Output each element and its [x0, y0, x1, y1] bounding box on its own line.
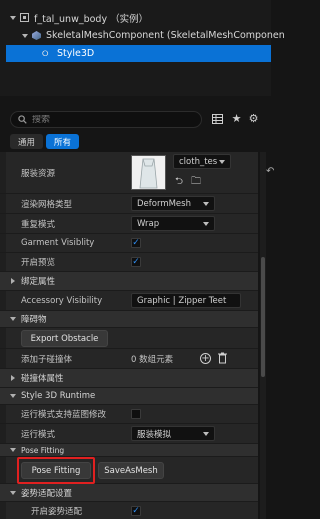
chevron-down-icon	[203, 222, 209, 226]
tree-item-style3d[interactable]: ⭘ Style3D	[6, 45, 271, 62]
prop-label: Garment Visiblity	[21, 238, 95, 248]
runtime-mode-dropdown[interactable]: 服装模拟	[131, 426, 215, 441]
chevron-down-icon	[203, 432, 209, 436]
preview-checkbox[interactable]: ✓	[131, 257, 141, 267]
prop-accessory-visibility: Accessory Visibility Graphic | Zipper Te…	[0, 291, 258, 311]
render-mesh-type-dropdown[interactable]: DeformMesh	[131, 196, 215, 211]
prop-label: 运行模式	[21, 429, 56, 440]
enable-pose-checkbox[interactable]: ✓	[131, 506, 141, 516]
garment-visibility-checkbox[interactable]: ✓	[131, 238, 141, 248]
garment-thumbnail[interactable]	[131, 155, 166, 190]
prop-label: 服装资源	[21, 168, 56, 179]
garment-asset-dropdown[interactable]: cloth_tes	[173, 154, 231, 169]
tree-item-label: SkeletalMeshComponent (SkeletalMeshCompo…	[46, 30, 285, 41]
collapse-arrow-icon[interactable]	[10, 448, 16, 452]
category-binding-attr[interactable]: 绑定属性	[0, 272, 258, 291]
tree-item-actor[interactable]: f_tal_unw_body （实例）	[10, 9, 148, 26]
category-label: 碰撞体属性	[21, 374, 64, 384]
category-obstacle[interactable]: 障碍物	[0, 311, 258, 328]
prop-export-obstacle: Export Obstacle	[0, 328, 258, 349]
category-label: 姿势适配设置	[21, 488, 73, 499]
panel-splitter[interactable]	[0, 96, 271, 110]
prop-label: 开启预览	[21, 258, 56, 268]
expand-arrow-icon[interactable]	[11, 278, 15, 284]
search-field[interactable]	[10, 111, 202, 128]
component-tree: f_tal_unw_body （实例） SkeletalMeshComponen…	[0, 0, 285, 96]
highlight-box	[17, 457, 95, 484]
delete-icon[interactable]	[218, 352, 227, 367]
prop-garment-visibility: Garment Visiblity ✓	[0, 234, 258, 253]
prop-render-mesh-type: 渲染网格类型 DeformMesh	[0, 194, 258, 214]
prop-garment-asset: 服装资源 cloth_tes ⮌ 🗀	[0, 152, 258, 194]
details-scrollbar[interactable]	[260, 152, 266, 519]
collider-count: 0 数组元素	[131, 354, 174, 365]
prop-preview: 开启预览 ✓	[0, 253, 258, 272]
browse-icon[interactable]: ⮌	[175, 174, 183, 191]
prop-label: 渲染网格类型	[21, 199, 73, 210]
category-style3d-runtime[interactable]: Style 3D Runtime	[0, 388, 258, 405]
category-pose-settings[interactable]: 姿势适配设置	[0, 484, 258, 502]
prop-enable-pose: 开启姿势适配 ✓	[0, 502, 258, 519]
category-label: Pose Fitting	[21, 445, 65, 455]
expand-caret-icon[interactable]	[10, 15, 16, 20]
star-icon[interactable]: ★	[230, 112, 243, 125]
tab-all[interactable]: 所有	[46, 134, 80, 149]
tree-item-skeletal-mesh[interactable]: SkeletalMeshComponent (SkeletalMeshCompo…	[22, 27, 285, 44]
combo-value: Graphic | Zipper Teet	[137, 295, 227, 306]
combo-value: Wrap	[137, 218, 160, 229]
prop-repeat-mode: 重复模式 Wrap	[0, 214, 258, 234]
collapse-arrow-icon[interactable]	[10, 490, 16, 495]
prop-add-collider: 添加子碰撞体 0 数组元素 +	[0, 349, 258, 369]
actor-icon	[20, 13, 29, 22]
collapse-arrow-icon[interactable]	[10, 317, 16, 321]
combo-value: cloth_tes	[179, 156, 218, 167]
table-icon[interactable]	[211, 112, 224, 125]
prop-label: 添加子碰撞体	[21, 354, 73, 365]
collapse-arrow-icon[interactable]	[10, 394, 16, 398]
tree-item-label: f_tal_unw_body （实例）	[34, 13, 149, 25]
scrollbar-thumb[interactable]	[261, 257, 265, 377]
search-input[interactable]	[32, 114, 182, 125]
prop-runtime-mode: 运行模式 服装模拟	[0, 424, 258, 444]
chevron-down-icon	[203, 202, 209, 206]
combo-value: DeformMesh	[137, 198, 191, 209]
prop-label: Accessory Visibility	[21, 295, 103, 306]
reset-arrow-icon[interactable]: ↶	[266, 166, 274, 177]
category-collider-attr[interactable]: 碰撞体属性	[0, 369, 258, 388]
runtime-blueprint-checkbox[interactable]	[131, 409, 141, 419]
tab-common[interactable]: 通用	[10, 134, 44, 149]
category-label: 障碍物	[21, 315, 47, 325]
prop-runtime-blueprint: 运行模式支持蓝图修改	[0, 405, 258, 424]
category-pose-fitting[interactable]: Pose Fitting	[0, 444, 258, 457]
chevron-down-icon	[219, 160, 225, 164]
prop-label: 重复模式	[21, 219, 56, 230]
repeat-mode-dropdown[interactable]: Wrap	[131, 216, 215, 231]
prop-label: 运行模式支持蓝图修改	[21, 410, 107, 420]
prop-label: 开启姿势适配	[31, 507, 83, 517]
add-icon[interactable]: +	[200, 353, 211, 364]
tree-item-label: Style3D	[57, 48, 95, 59]
expand-arrow-icon[interactable]	[11, 375, 15, 381]
skeletal-mesh-icon	[32, 31, 41, 40]
style3d-icon: ⭘	[42, 48, 49, 58]
find-asset-icon[interactable]: 🗀	[191, 174, 201, 191]
filter-tabs: 通用 所有	[10, 134, 80, 149]
category-label: 绑定属性	[21, 277, 56, 287]
combo-value: 服装模拟	[137, 429, 172, 440]
save-as-mesh-button[interactable]: SaveAsMesh	[98, 462, 164, 479]
settings-icon[interactable]: ⚙	[247, 112, 260, 125]
accessory-visibility-dropdown[interactable]: Graphic | Zipper Teet	[131, 293, 241, 308]
category-label: Style 3D Runtime	[21, 391, 96, 401]
export-obstacle-button[interactable]: Export Obstacle	[21, 330, 108, 347]
search-icon	[18, 115, 27, 124]
expand-caret-icon[interactable]	[22, 33, 28, 38]
